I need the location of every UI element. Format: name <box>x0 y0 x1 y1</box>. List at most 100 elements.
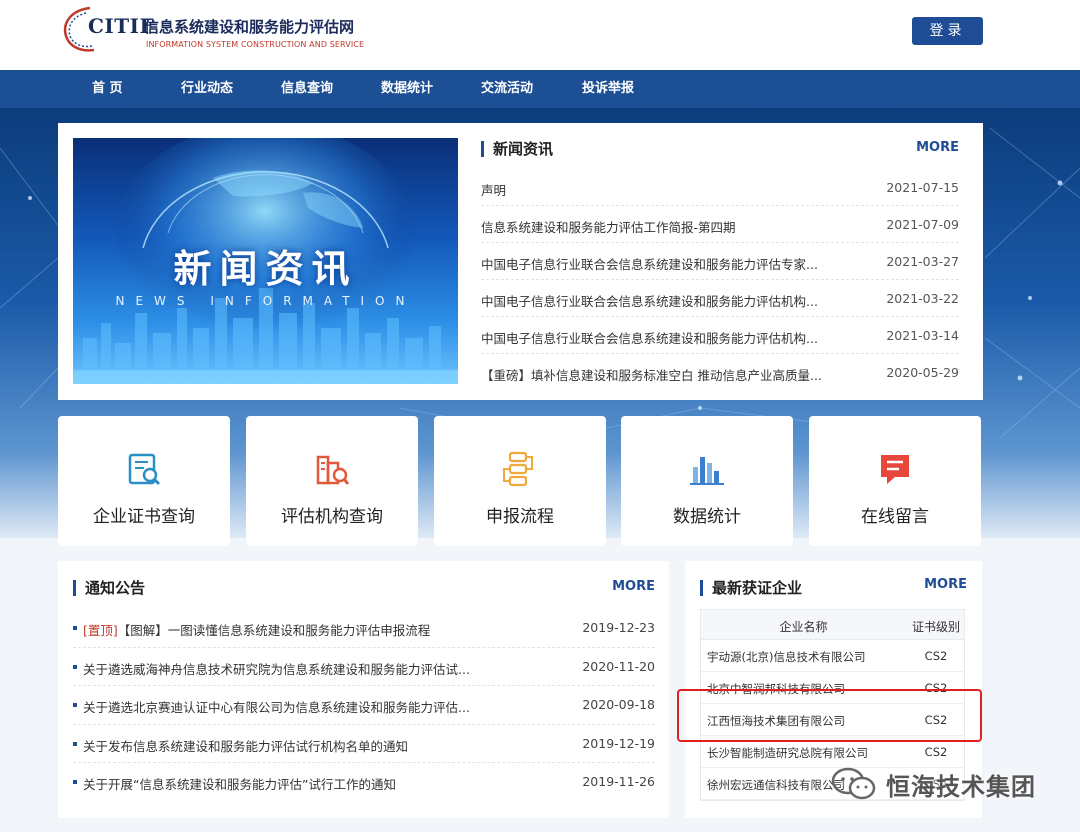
table-row[interactable]: 北京中智润邦科技有限公司 CS2 <box>701 672 964 704</box>
bullet-icon <box>73 780 77 784</box>
notice-more-link[interactable]: MORE <box>612 579 655 594</box>
bar-chart-icon <box>690 457 724 485</box>
certificate-level: CS2 <box>924 649 948 663</box>
news-section-title: 新闻资讯 <box>493 140 554 158</box>
login-button[interactable]: 登录 <box>912 17 983 45</box>
notice-item[interactable]: 关于遴选北京赛迪认证中心有限公司为信息系统建设和服务能力评估... 2020-0… <box>73 686 655 725</box>
message-icon <box>881 455 909 484</box>
news-item-date: 2021-03-27 <box>886 254 959 269</box>
news-list: 声明 2021-07-15 信息系统建设和服务能力评估工作简报-第四期 2021… <box>481 169 959 391</box>
company-name: 长沙智能制造研究总院有限公司 <box>707 746 868 760</box>
news-item[interactable]: 信息系统建设和服务能力评估工作简报-第四期 2021-07-09 <box>481 206 959 243</box>
nav-item-events[interactable]: 交流活动 <box>481 70 533 108</box>
company-name: 宇动源(北京)信息技术有限公司 <box>707 650 866 664</box>
tile-label: 数据统计 <box>673 507 741 527</box>
column-header-company: 企业名称 <box>779 620 828 634</box>
logo-title: 信息系统建设和服务能力评估网 <box>144 18 355 36</box>
site-header: CITIF 信息系统建设和服务能力评估网 INFORMATION SYSTEM … <box>0 0 1080 70</box>
news-item-title: 信息系统建设和服务能力评估工作简报-第四期 <box>481 220 736 235</box>
certified-section-header: 最新获证企业 MORE <box>700 577 967 599</box>
bullet-icon <box>73 703 77 707</box>
notice-list: [置顶]【图解】一图读懂信息系统建设和服务能力评估申报流程 2019-12-23… <box>73 609 655 802</box>
news-item-date: 2020-05-29 <box>886 365 959 380</box>
news-item[interactable]: 声明 2021-07-15 <box>481 169 959 206</box>
news-item[interactable]: 【重磅】填补信息建设和服务标准空白 推动信息产业高质量... 2020-05-2… <box>481 354 959 391</box>
tile-label: 在线留言 <box>861 507 929 527</box>
news-item-date: 2021-03-22 <box>886 291 959 306</box>
notice-item-title: 关于遴选威海神舟信息技术研究院为信息系统建设和服务能力评估试... <box>83 661 470 677</box>
table-row[interactable]: 宇动源(北京)信息技术有限公司 CS2 <box>701 640 964 672</box>
notice-section-title: 通知公告 <box>85 579 146 597</box>
news-item-title: 中国电子信息行业联合会信息系统建设和服务能力评估专家... <box>481 257 818 272</box>
building-search-icon <box>316 455 350 485</box>
nav-item-info-query[interactable]: 信息查询 <box>281 70 333 108</box>
banner-subtitle: NEWS INFORMATION <box>115 294 416 308</box>
notice-item[interactable]: 关于开展“信息系统建设和服务能力评估”试行工作的通知 2019-11-26 <box>73 763 655 802</box>
notice-item-date: 2020-11-20 <box>582 658 655 674</box>
section-marker <box>700 580 703 596</box>
news-item-title: 声明 <box>481 183 507 198</box>
news-item-date: 2021-07-09 <box>886 217 959 232</box>
notice-item-title: [置顶]【图解】一图读懂信息系统建设和服务能力评估申报流程 <box>83 620 513 639</box>
table-row[interactable]: 江西恒海技术集团有限公司 CS2 <box>701 704 964 736</box>
news-item[interactable]: 中国电子信息行业联合会信息系统建设和服务能力评估机构... 2021-03-14 <box>481 317 959 354</box>
notice-item[interactable]: 关于发布信息系统建设和服务能力评估试行机构名单的通知 2019-12-19 <box>73 725 655 763</box>
bullet-icon <box>73 626 77 630</box>
news-card: 新闻资讯 NEWS INFORMATION 新闻资讯 MORE 声明 2021-… <box>58 123 983 400</box>
nav-item-home[interactable]: 首 页 <box>92 70 123 108</box>
tile-online-message[interactable]: 在线留言 <box>809 416 981 546</box>
news-item-date: 2021-07-15 <box>886 180 959 195</box>
tile-agency-query[interactable]: 评估机构查询 <box>246 416 418 546</box>
news-item-title: 中国电子信息行业联合会信息系统建设和服务能力评估机构... <box>481 294 818 309</box>
company-name: 北京中智润邦科技有限公司 <box>707 682 845 696</box>
certified-more-link[interactable]: MORE <box>924 577 967 592</box>
news-section-header: 新闻资讯 MORE <box>481 138 959 160</box>
tile-application-process[interactable]: 申报流程 <box>434 416 606 546</box>
logo-subtitle: INFORMATION SYSTEM CONSTRUCTION AND SERV… <box>146 40 365 49</box>
notice-item-title: 关于开展“信息系统建设和服务能力评估”试行工作的通知 <box>83 777 396 792</box>
nav-item-industry-news[interactable]: 行业动态 <box>181 70 233 108</box>
column-header-level: 证书级别 <box>911 620 960 634</box>
bullet-icon <box>73 741 77 746</box>
bullet-icon <box>73 664 77 669</box>
news-item[interactable]: 中国电子信息行业联合会信息系统建设和服务能力评估机构... 2021-03-22 <box>481 280 959 317</box>
tile-label: 企业证书查询 <box>93 507 195 527</box>
notice-item-date: 2019-11-26 <box>582 774 655 789</box>
tile-label: 评估机构查询 <box>281 507 383 527</box>
wechat-icon <box>831 767 876 800</box>
nav-item-complaints[interactable]: 投诉举报 <box>582 70 634 108</box>
notice-item-text: 【图解】一图读懂信息系统建设和服务能力评估申报流程 <box>117 623 431 638</box>
notice-item-date: 2019-12-19 <box>582 735 655 751</box>
tile-certificate-query[interactable]: 企业证书查询 <box>58 416 230 546</box>
notice-item[interactable]: 关于遴选威海神舟信息技术研究院为信息系统建设和服务能力评估试... 2020-1… <box>73 648 655 686</box>
table-header: 企业名称 证书级别 <box>701 610 964 640</box>
news-item-date: 2021-03-14 <box>886 328 959 343</box>
banner-title: 新闻资讯 <box>173 247 358 291</box>
notice-item-date: 2019-12-23 <box>582 620 655 635</box>
news-item-title: 中国电子信息行业联合会信息系统建设和服务能力评估机构... <box>481 331 818 346</box>
section-marker <box>73 580 76 596</box>
certificate-level: CS2 <box>924 681 948 695</box>
news-item[interactable]: 中国电子信息行业联合会信息系统建设和服务能力评估专家... 2021-03-27 <box>481 243 959 280</box>
notice-panel: 通知公告 MORE [置顶]【图解】一图读懂信息系统建设和服务能力评估申报流程 … <box>58 561 669 818</box>
tile-data-statistics[interactable]: 数据统计 <box>621 416 793 546</box>
certificate-level: CS2 <box>924 745 948 759</box>
section-marker <box>481 141 484 157</box>
nav-item-data-stats[interactable]: 数据统计 <box>381 70 433 108</box>
tile-label: 申报流程 <box>486 507 554 527</box>
watermark-text: 恒海技术集团 <box>886 773 1036 801</box>
notice-item-date: 2020-09-18 <box>582 697 655 712</box>
news-banner-image[interactable]: 新闻资讯 NEWS INFORMATION <box>73 138 458 384</box>
notice-item[interactable]: [置顶]【图解】一图读懂信息系统建设和服务能力评估申报流程 2019-12-23 <box>73 609 655 648</box>
pinned-tag: [置顶] <box>83 623 118 638</box>
notice-item-title: 关于遴选北京赛迪认证中心有限公司为信息系统建设和服务能力评估... <box>83 700 470 715</box>
news-item-title: 【重磅】填补信息建设和服务标准空白 推动信息产业高质量... <box>481 368 822 383</box>
company-name: 江西恒海技术集团有限公司 <box>707 714 845 728</box>
notice-section-header: 通知公告 MORE <box>73 577 655 599</box>
notice-item-title: 关于发布信息系统建设和服务能力评估试行机构名单的通知 <box>83 738 409 754</box>
flow-icon <box>503 451 533 487</box>
certificate-level: CS2 <box>924 713 948 727</box>
news-more-link[interactable]: MORE <box>916 140 959 155</box>
certificate-search-icon <box>128 453 161 486</box>
site-logo[interactable]: CITIF 信息系统建设和服务能力评估网 INFORMATION SYSTEM … <box>60 4 370 60</box>
